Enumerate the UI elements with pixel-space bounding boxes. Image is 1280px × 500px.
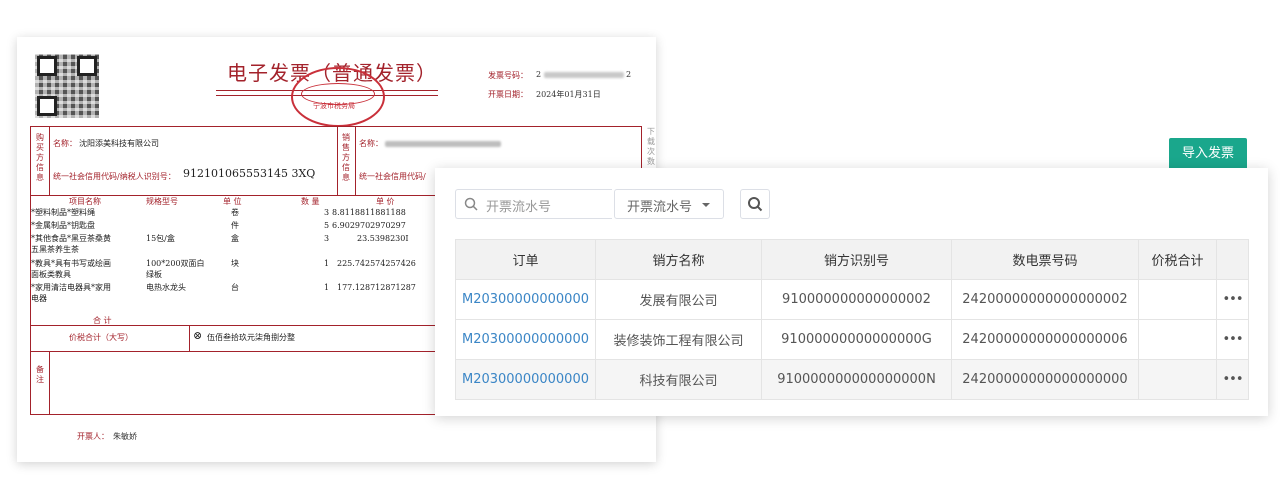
date-label: 开票日期： — [488, 90, 528, 99]
seller-name-cell: 科技有限公司 — [595, 359, 762, 400]
col-invoice-no: 数电票号码 — [951, 239, 1139, 280]
seller-side-label: 销售方信息 — [342, 133, 350, 182]
invoice-no-cell: 24200000000000000000 — [951, 359, 1139, 400]
table-row: M20300000000000 发展有限公司 91000000000000000… — [455, 279, 1249, 320]
more-actions-button[interactable]: ••• — [1216, 319, 1249, 360]
item-spec: 100*200双面白 — [146, 259, 205, 268]
seal-text: 宁波市税务局 — [313, 102, 355, 110]
seller-tax-label: 统一社会信用代码/ — [359, 172, 426, 181]
col-order: 订单 — [455, 239, 596, 280]
invoice-no-cell: 24200000000000000002 — [951, 279, 1139, 320]
search-placeholder: 开票流水号 — [486, 200, 552, 215]
item-name-cont: 五黑茶养生茶 — [31, 245, 79, 254]
item-qty: 5 — [324, 221, 330, 230]
table-header-row: 订单 销方名称 销方识别号 数电票号码 价税合计 — [455, 239, 1249, 280]
caret-down-icon — [702, 203, 710, 207]
seller-id-cell: 910000000000000002 — [761, 279, 952, 320]
more-actions-button[interactable]: ••• — [1216, 359, 1249, 400]
tax-total-symbol: ⊗ — [193, 329, 203, 342]
col-qty: 数 量 — [301, 197, 320, 206]
remark-label: 备注 — [36, 365, 44, 384]
seller-name-label: 名称： — [359, 139, 383, 148]
search-icon — [748, 197, 763, 212]
search-button[interactable] — [740, 189, 770, 219]
item-name: *家用清洁电器具*家用 — [31, 283, 111, 292]
tax-seal — [291, 67, 385, 127]
invoice-no-redacted — [544, 72, 624, 78]
item-price: 8.8118811881188 — [332, 208, 406, 217]
col-seller-id: 销方识别号 — [761, 239, 952, 280]
item-spec: 电热水龙头 — [146, 283, 186, 292]
order-link[interactable]: M20300000000000 — [455, 319, 596, 360]
search-icon — [464, 197, 478, 211]
amount-cell — [1138, 359, 1217, 400]
seller-id-cell: 91000000000000000G — [761, 319, 952, 360]
item-unit: 块 — [231, 259, 239, 268]
invoice-list-panel: 开票流水号 开票流水号 订单 销方名称 销方识别号 数电票号码 价税合计 M20… — [435, 168, 1268, 416]
item-qty: 1 — [324, 259, 330, 268]
col-item: 项目名称 — [69, 197, 101, 206]
invoice-no-label: 发票号码： — [488, 71, 528, 80]
item-spec: 15包/盒 — [146, 234, 175, 243]
seller-name-redacted — [385, 141, 501, 147]
order-link[interactable]: M20300000000000 — [455, 359, 596, 400]
col-price: 单 价 — [376, 197, 395, 206]
tax-total-label: 价税合计（大写） — [69, 333, 133, 342]
table-row: M20300000000000 装修装饰工程有限公司 9100000000000… — [455, 319, 1249, 360]
download-count-note: 下载次数： — [647, 127, 656, 166]
col-unit: 单 位 — [223, 197, 242, 206]
item-unit: 件 — [231, 221, 239, 230]
invoice-no-prefix: 2 — [536, 70, 542, 79]
seller-id-cell: 910000000000000000N — [761, 359, 952, 400]
col-seller-name: 销方名称 — [595, 239, 762, 280]
item-price: 6.9029702970297 — [332, 221, 406, 230]
item-spec-cont: 绿板 — [146, 270, 162, 279]
tax-total-value: 伍佰叁拾玖元柒角捌分整 — [207, 333, 295, 342]
col-spec: 规格型号 — [146, 197, 178, 206]
item-name-cont: 电器 — [31, 294, 47, 303]
search-input[interactable]: 开票流水号 — [455, 189, 612, 219]
item-qty: 3 — [324, 208, 330, 217]
buyer-name-label: 名称： — [53, 139, 77, 148]
item-name: *教具*具有书写或绘画 — [31, 259, 111, 268]
invoice-no-cell: 24200000000000000006 — [951, 319, 1139, 360]
col-amount: 价税合计 — [1138, 239, 1217, 280]
issuer-name: 朱敏娇 — [113, 432, 137, 441]
issuer-label: 开票人： — [77, 432, 109, 441]
item-name: *其他食品*黑豆茶桑黄 — [31, 234, 111, 243]
invoice-no-suffix: 2 — [626, 70, 632, 79]
amount-cell — [1138, 319, 1217, 360]
more-actions-button[interactable]: ••• — [1216, 279, 1249, 320]
item-qty: 3 — [324, 234, 330, 243]
seller-name-cell: 装修装饰工程有限公司 — [595, 319, 762, 360]
item-price: 23.5398230I — [357, 234, 409, 243]
item-name: *金属制品*钥匙盘 — [31, 221, 95, 230]
item-price: 177.128712871287 — [337, 283, 416, 292]
col-actions — [1216, 239, 1249, 280]
seller-name-cell: 发展有限公司 — [595, 279, 762, 320]
item-name: *塑料制品*塑料绳 — [31, 208, 95, 217]
buyer-name: 沈阳添美科技有限公司 — [79, 139, 159, 148]
search-field-value: 开票流水号 — [627, 200, 693, 215]
date-value: 2024年01月31日 — [536, 90, 601, 99]
order-link[interactable]: M20300000000000 — [455, 279, 596, 320]
item-unit: 卷 — [231, 208, 239, 217]
item-unit: 台 — [231, 283, 239, 292]
invoice-table: 订单 销方名称 销方识别号 数电票号码 价税合计 M20300000000000… — [455, 239, 1249, 400]
amount-cell — [1138, 279, 1217, 320]
item-qty: 1 — [324, 283, 330, 292]
item-unit: 盒 — [231, 234, 239, 243]
buyer-tax-id: 912101065553145 3XQ — [183, 167, 316, 180]
table-row: M20300000000000 科技有限公司 91000000000000000… — [455, 359, 1249, 400]
item-name-cont: 面板类教具 — [31, 270, 71, 279]
search-field-select[interactable]: 开票流水号 — [614, 189, 724, 219]
item-price: 225.742574257426 — [337, 259, 416, 268]
import-invoice-button[interactable]: 导入发票 — [1169, 138, 1247, 170]
buyer-side-label: 购买方信息 — [36, 133, 44, 182]
buyer-tax-label: 统一社会信用代码/纳税人识别号： — [53, 172, 176, 181]
qr-code — [35, 54, 99, 118]
